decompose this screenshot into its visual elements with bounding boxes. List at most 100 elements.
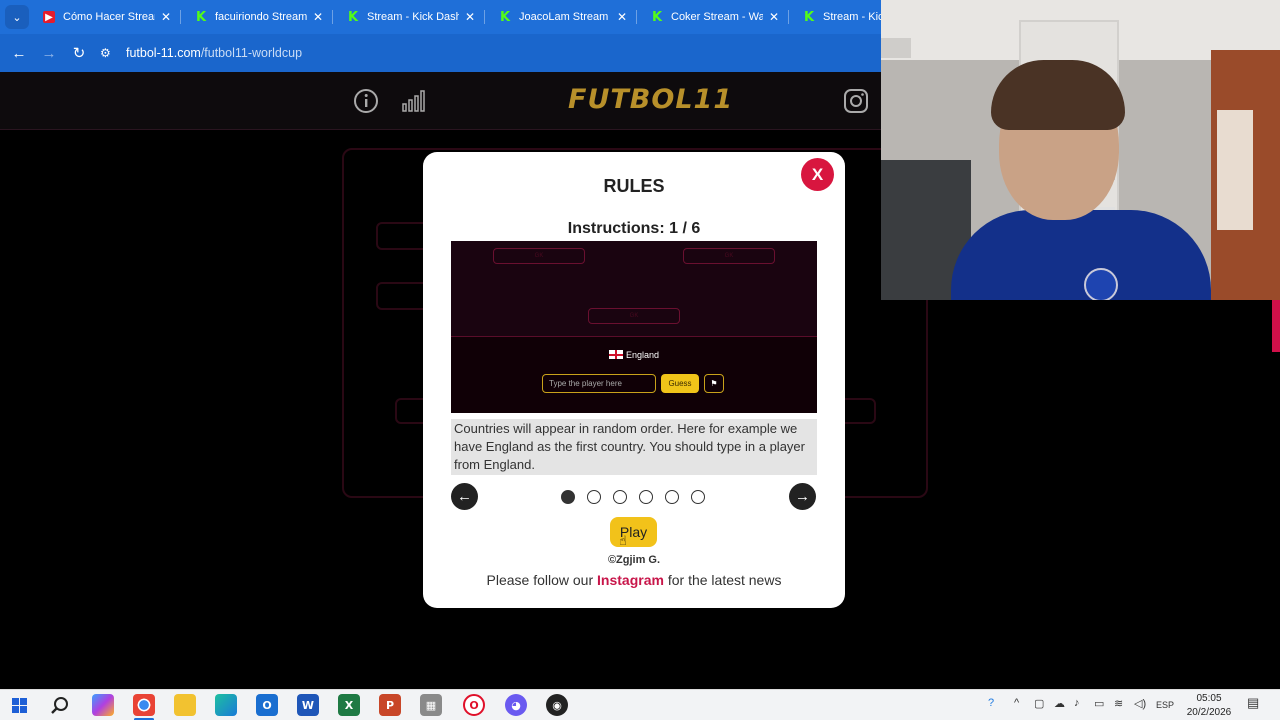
close-tab-icon[interactable]: ✕ (615, 10, 629, 24)
preview-player-input: Type the player here (542, 374, 656, 393)
follow-message: Please follow our Instagram for the late… (423, 572, 845, 588)
clock-date: 20/2/2026 (1186, 707, 1232, 718)
tab-title: Cómo Hacer Streams (63, 11, 155, 23)
taskbar: O W X P ▦ O ◕ ◉ ? ^ ▢ ☁ ♪ ▭ ≋ ◁) ESP 05:… (0, 689, 1280, 720)
previous-button[interactable]: ← (451, 483, 478, 510)
youtube-icon: ▶ (43, 11, 55, 23)
calculator-icon[interactable]: ▦ (420, 694, 442, 716)
preview-slot: GK (683, 248, 775, 264)
preview-flag-icon: ⚑ (704, 374, 724, 393)
battery-icon[interactable]: ▭ (1094, 697, 1104, 710)
tab-title: JoacoLam Stream - V (519, 11, 611, 23)
webcam-overlay (881, 0, 1280, 300)
kick-icon: K (651, 9, 663, 25)
next-button[interactable]: → (789, 483, 816, 510)
pagination-dot[interactable] (587, 490, 601, 504)
help-icon[interactable]: ? (988, 697, 994, 709)
close-tab-icon[interactable]: ✕ (159, 10, 173, 24)
hand-cursor-icon: ☝ (619, 534, 627, 549)
follow-suffix: for the latest news (663, 572, 782, 588)
address-bar[interactable]: ⚙ futbol-11.com/futbol11-worldcup (100, 46, 302, 60)
kick-icon: K (347, 9, 359, 25)
url-path: /futbol11-worldcup (200, 46, 303, 60)
pagination-dot[interactable] (613, 490, 627, 504)
file-explorer-icon[interactable] (174, 694, 196, 716)
browser-tab[interactable]: K JoacoLam Stream - V ✕ (485, 0, 637, 34)
futbol11-logo[interactable]: FUTBOL11 (568, 84, 733, 115)
excel-icon[interactable]: X (338, 694, 360, 716)
tab-search-button[interactable]: ⌄ (5, 5, 29, 29)
tab-title: facuiriondo Stream - (215, 11, 307, 23)
clock-time: 05:05 (1196, 693, 1222, 704)
rules-modal: X RULES Instructions: 1 / 6 GK GK GK Eng… (423, 152, 845, 608)
close-tab-icon[interactable]: ✕ (311, 10, 325, 24)
page-scrollbar[interactable] (1272, 298, 1280, 352)
england-flag-icon (608, 350, 623, 359)
notifications-icon[interactable]: ▤ (1247, 695, 1259, 711)
browser-tab[interactable]: K Stream - Kick Dashbo ✕ (333, 0, 485, 34)
chrome-icon[interactable] (133, 694, 155, 716)
close-tab-icon[interactable]: ✕ (463, 10, 477, 24)
tray-app-icon[interactable]: ▢ (1034, 697, 1044, 710)
credit-text: ©Zgjim G. (607, 554, 661, 566)
edge-icon[interactable] (215, 694, 237, 716)
copilot-icon[interactable] (92, 694, 114, 716)
browser-tab[interactable]: ▶ Cómo Hacer Streams ✕ (29, 0, 181, 34)
instruction-description: Countries will appear in random order. H… (451, 419, 817, 475)
obs-icon[interactable]: ◉ (546, 694, 568, 716)
microphone-icon[interactable]: ♪ (1074, 697, 1080, 709)
logo-text: FUTBOL (568, 84, 694, 115)
discord-icon[interactable]: ◕ (505, 694, 527, 716)
word-icon[interactable]: W (297, 694, 319, 716)
instructions-step: Instructions: 1 / 6 (567, 220, 701, 237)
instruction-preview-image: GK GK GK England Type the player here Gu… (451, 241, 817, 413)
show-hidden-icons-chevron-icon[interactable]: ^ (1014, 697, 1019, 709)
forward-arrow-icon[interactable]: → (34, 45, 64, 62)
instagram-icon[interactable] (843, 88, 869, 114)
stats-icon[interactable] (400, 88, 426, 114)
play-button[interactable]: Play (610, 517, 657, 547)
tab-title: Stream - Kick Dashbo (367, 11, 459, 23)
onedrive-icon[interactable]: ☁ (1054, 697, 1065, 710)
wifi-icon[interactable]: ≋ (1114, 697, 1123, 710)
tab-title: Coker Stream - Watc (671, 11, 763, 23)
reload-icon[interactable]: ↻ (64, 44, 94, 62)
pagination-dot[interactable] (665, 490, 679, 504)
instagram-link[interactable]: Instagram (597, 572, 664, 588)
pagination-dot[interactable] (561, 490, 575, 504)
kick-icon: K (195, 9, 207, 25)
opera-icon[interactable]: O (463, 694, 485, 716)
kick-icon: K (803, 9, 815, 25)
pagination-dots (561, 490, 705, 504)
webcam-shirt-crest (1084, 268, 1118, 300)
close-tab-icon[interactable]: ✕ (767, 10, 781, 24)
browser-tab[interactable]: K Coker Stream - Watc ✕ (637, 0, 789, 34)
webcam-air-conditioner (881, 38, 911, 58)
info-icon[interactable] (353, 88, 379, 114)
browser-tab[interactable]: K facuiriondo Stream - ✕ (181, 0, 333, 34)
logo-number: 11 (693, 84, 734, 115)
modal-title: RULES (603, 176, 665, 196)
preview-country: England (451, 350, 817, 360)
site-settings-icon[interactable]: ⚙ (100, 46, 116, 60)
taskbar-clock[interactable]: 05:05 20/2/2026 (1178, 692, 1240, 720)
preview-board: GK GK GK (451, 241, 817, 337)
search-icon[interactable] (50, 696, 70, 716)
pagination-dot[interactable] (639, 490, 653, 504)
webcam-person-body (951, 210, 1211, 300)
arrow-left-icon: ← (457, 488, 472, 505)
kick-icon: K (499, 9, 511, 25)
webcam-person-hair (991, 60, 1125, 130)
powerpoint-icon[interactable]: P (379, 694, 401, 716)
outlook-icon[interactable]: O (256, 694, 278, 716)
back-arrow-icon[interactable]: ← (4, 45, 34, 62)
screen: ⌄ ▶ Cómo Hacer Streams ✕ K facuiriondo S… (0, 0, 1280, 720)
url-host: futbol-11.com (126, 46, 201, 60)
preview-country-name: England (625, 350, 660, 360)
pagination-dot[interactable] (691, 490, 705, 504)
language-indicator[interactable]: ESP (1156, 700, 1174, 710)
preview-slot: GK (588, 308, 680, 324)
webcam-poster (1217, 110, 1253, 230)
windows-start-icon[interactable] (12, 698, 27, 713)
volume-icon[interactable]: ◁) (1134, 697, 1146, 710)
